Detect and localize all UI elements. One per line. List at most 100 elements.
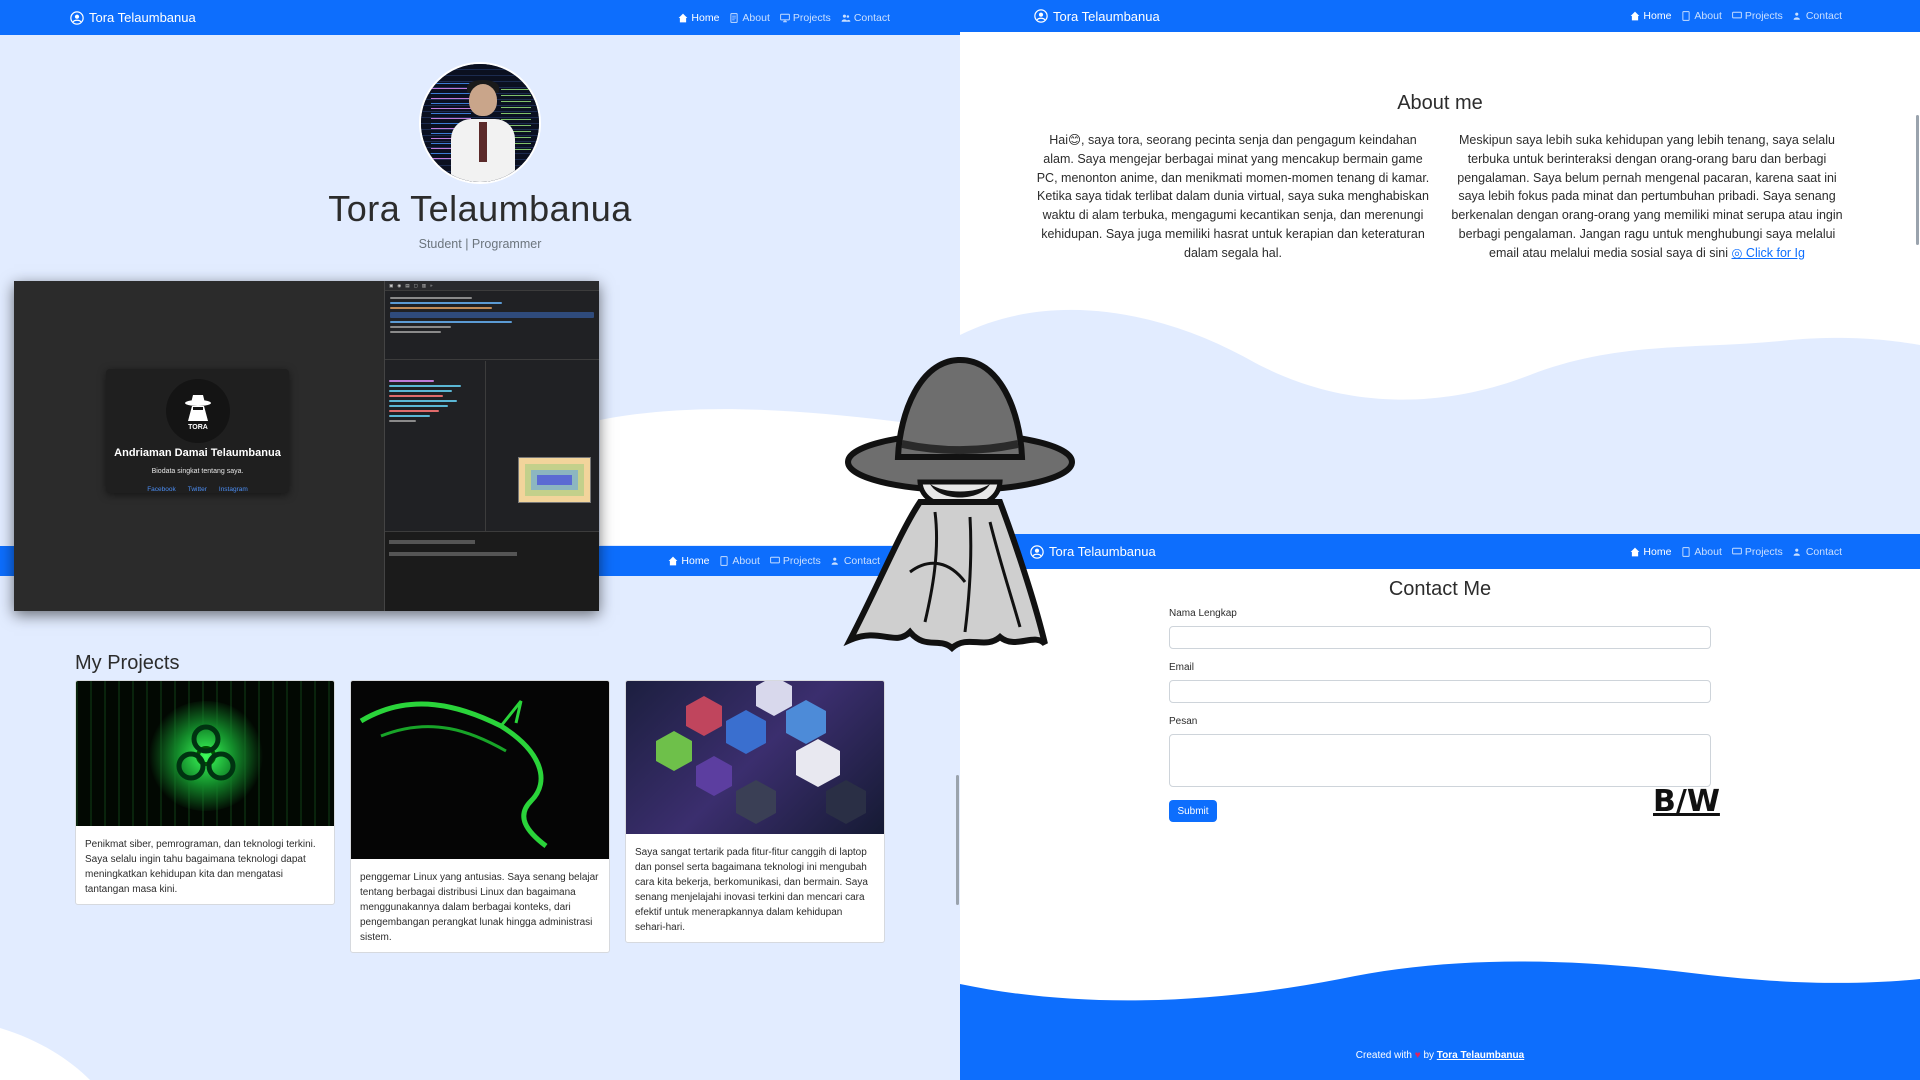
profile-avatar	[419, 62, 541, 184]
project-desc-hardware: Saya sangat tertarik pada fitur-fitur ca…	[635, 847, 868, 933]
brand-label: Tora Telaumbanua	[89, 10, 196, 25]
collage-root: Tora Telaumbanua Home About Projects Con…	[0, 0, 1920, 1080]
nav3-about[interactable]: About	[1681, 10, 1722, 22]
footer-by: by	[1423, 1050, 1434, 1061]
name-field[interactable]	[1169, 626, 1711, 649]
document-icon	[720, 556, 729, 566]
nav-home[interactable]: Home	[678, 12, 719, 24]
document-icon	[1682, 546, 1691, 557]
dragon-icon	[359, 700, 548, 848]
devtools-panel: ▣ ◉ ▤ ▢ ▥»	[384, 281, 599, 611]
svg-text:TORA: TORA	[188, 424, 208, 431]
scrollbar-thumb-about[interactable]	[1916, 115, 1919, 245]
nav-about[interactable]: About	[729, 11, 770, 24]
navbar-brand[interactable]: Tora Telaumbanua	[70, 10, 196, 25]
devtools-tabbar: ▣ ◉ ▤ ▢ ▥»	[385, 281, 599, 291]
nav3-projects[interactable]: Projects	[1732, 10, 1783, 22]
project-card-hardware[interactable]: Saya sangat tertarik pada fitur-fitur ca…	[625, 680, 885, 943]
nav-home-label: Home	[691, 11, 720, 24]
about-right-body: Meskipun saya lebih suka kehidupan yang …	[1451, 133, 1843, 260]
about-panel: Tora Telaumbanua Home About Projects Con…	[960, 0, 1920, 540]
email-field[interactable]	[1169, 680, 1711, 703]
nav-projects[interactable]: Projects	[780, 12, 831, 24]
footer-wave	[960, 961, 1920, 1080]
nav-projects-label: Projects	[792, 11, 831, 24]
bottom-wave	[0, 1028, 90, 1080]
footer-prefix: Created with	[1355, 1050, 1412, 1061]
projects-title: My Projects	[75, 652, 180, 674]
nav2-about-label: About	[732, 555, 760, 567]
devtools-css-rules	[389, 377, 479, 425]
message-textarea[interactable]	[1169, 734, 1711, 787]
card-name: Andriaman Damai Telaumbanua	[114, 447, 281, 459]
user-circle-icon	[1034, 9, 1048, 23]
contact-title: Contact Me	[1388, 578, 1492, 600]
spy-mascot-icon	[843, 356, 1075, 652]
scrollbar-thumb[interactable]	[956, 775, 959, 905]
house-icon	[669, 556, 678, 566]
navbar-contact: Tora Telaumbanua Home About Projects Con…	[960, 534, 1920, 569]
nav3-contact[interactable]: Contact	[1793, 10, 1842, 22]
heart-icon: ♥	[1414, 1050, 1421, 1061]
nav4-about[interactable]: About	[1681, 546, 1722, 558]
nav4-projects[interactable]: Projects	[1732, 546, 1783, 558]
bw-toggle-link[interactable]: B/W	[1653, 784, 1720, 819]
tora-logo: TORA	[165, 379, 230, 443]
footer-credit: Created with ♥ by Tora Telaumbanua	[960, 1050, 1920, 1061]
spy-logo-icon: TORA	[184, 395, 211, 431]
monitor-icon	[1732, 547, 1742, 554]
kali-dragon-image	[351, 681, 609, 859]
nav2-home[interactable]: Home	[668, 555, 709, 567]
nav2-home-label: Home	[681, 555, 710, 567]
house-icon	[1631, 547, 1640, 556]
email-label: Email	[1169, 662, 1195, 673]
footer-author-link[interactable]: Tora Telaumbanua	[1437, 1050, 1524, 1061]
devtools-dom-tree	[385, 291, 599, 339]
card-links: Facebook Twitter Instagram	[106, 486, 289, 493]
nav3-home-label: Home	[1643, 10, 1672, 22]
about-right-text: Meskipun saya lebih suka kehidupan yang …	[1447, 131, 1847, 263]
document-icon	[730, 12, 739, 23]
house-icon	[679, 13, 688, 22]
box-model-diagram	[518, 457, 591, 503]
instagram-link[interactable]: ◎ Click for Ig	[1732, 246, 1805, 260]
facebook-link[interactable]: Facebook	[147, 486, 176, 493]
nav4-projects-label: Projects	[1744, 545, 1783, 558]
nav-contact-label: Contact	[853, 11, 890, 24]
brand-label-about: Tora Telaumbanua	[1053, 8, 1160, 24]
nav4-home-label: Home	[1643, 545, 1672, 558]
nav4-contact[interactable]: Contact	[1793, 546, 1842, 558]
ig-link-label: Click for Ig	[1745, 245, 1805, 260]
biohazard-image	[76, 681, 334, 826]
nav2-projects[interactable]: Projects	[770, 555, 821, 567]
nav-links-about: Home About Projects Contact	[1630, 10, 1842, 22]
people-icon	[1793, 548, 1800, 556]
nav4-contact-label: Contact	[1805, 545, 1842, 558]
nav-contact[interactable]: Contact	[841, 12, 890, 24]
nav3-home[interactable]: Home	[1630, 10, 1671, 22]
contact-panel: Tora Telaumbanua Home About Projects Con…	[960, 534, 1920, 1080]
project-card-linux[interactable]: penggemar Linux yang antusias. Saya sena…	[350, 680, 610, 953]
devtools-console	[385, 531, 599, 611]
about-title: About me	[1397, 92, 1483, 114]
nav-about-label: About	[742, 11, 770, 24]
project-card-cyber[interactable]: Penikmat siber, pemrograman, dan teknolo…	[75, 680, 335, 905]
nav3-contact-label: Contact	[1805, 10, 1842, 22]
nav4-home[interactable]: Home	[1630, 546, 1671, 558]
navbar-brand-about[interactable]: Tora Telaumbanua	[1034, 9, 1160, 24]
submit-button[interactable]: Submit	[1169, 800, 1217, 822]
hexagon-brands-image	[626, 681, 884, 834]
instagram-link[interactable]: Instagram	[219, 486, 248, 493]
navbar-about: Tora Telaumbanua Home About Projects Con…	[960, 0, 1920, 32]
instagram-icon: ◎	[1731, 245, 1743, 260]
document-icon	[1682, 11, 1691, 21]
card-bio: Biodata singkat tentang saya.	[151, 468, 244, 475]
hero-name: Tora Telaumbanua	[328, 188, 632, 229]
people-icon	[841, 14, 851, 22]
name-label: Nama Lengkap	[1169, 608, 1237, 619]
project-desc-cyber: Penikmat siber, pemrograman, dan teknolo…	[85, 839, 316, 895]
user-circle-icon	[70, 10, 84, 25]
devtools-screenshot: TORA Andriaman Damai Telaumbanua Biodata…	[14, 281, 599, 611]
twitter-link[interactable]: Twitter	[188, 486, 207, 493]
nav2-about[interactable]: About	[719, 555, 760, 567]
